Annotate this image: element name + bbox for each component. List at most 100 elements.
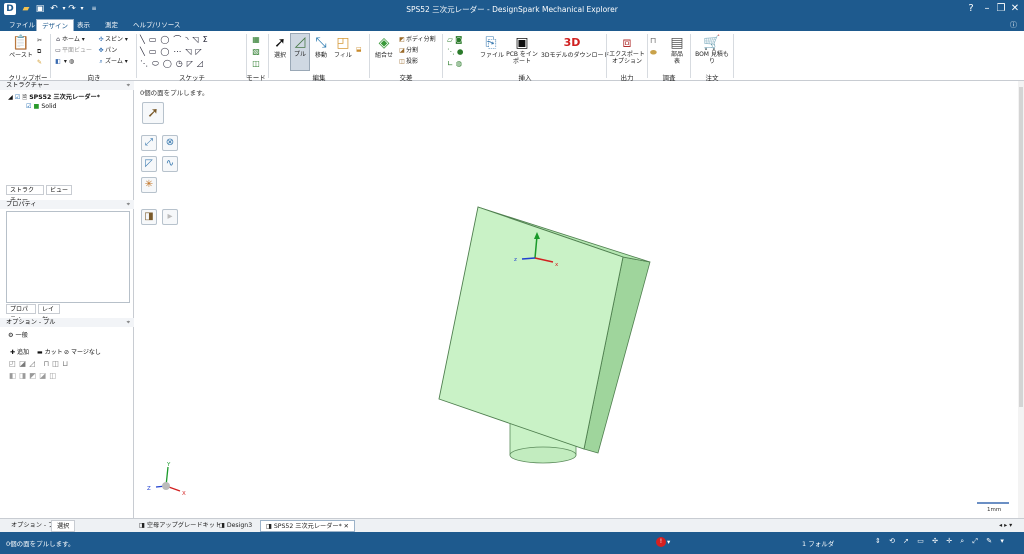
- 3d-viewport[interactable]: 0個の面をプルします。 ➚ ⤢ ⊗ ◸ ∿ ✳ ◨ ▸ x z Y X Z 1m…: [134, 81, 1020, 518]
- 3d-mode-icon[interactable]: ◫: [250, 58, 262, 70]
- view-cube-button[interactable]: ◧ ▾ ◍: [54, 57, 74, 66]
- export-options-button[interactable]: ⧈ エクスポート オプション: [609, 35, 645, 65]
- tab-help[interactable]: ヘルプ/リソース: [128, 19, 185, 31]
- spin-icon: ✣: [98, 36, 104, 43]
- zoom-icon: ⌕: [99, 58, 103, 65]
- ribbon-separator: [442, 34, 443, 78]
- home-icon: ⌂: [56, 36, 60, 43]
- cart-icon: 🛒: [703, 35, 721, 51]
- sketch-row-3: ⋱⬭◯◷◸◿: [140, 59, 208, 68]
- sketch-row-1: ╲▭◯⌒◝◹Σ: [140, 35, 212, 44]
- fill-button[interactable]: ◰ フィル: [333, 35, 353, 60]
- plate-body[interactable]: [438, 206, 651, 454]
- tab-properties[interactable]: プロパティ: [6, 304, 36, 323]
- pull-button[interactable]: ◿ プル: [290, 33, 310, 71]
- combine-button[interactable]: ◈ 組合せ: [373, 35, 395, 60]
- format-painter-icon[interactable]: ✎: [37, 58, 42, 67]
- pan-button[interactable]: ✥パン: [97, 46, 117, 55]
- pin-icon[interactable]: ⌖: [127, 318, 130, 327]
- select-button[interactable]: ➚ 選択: [271, 35, 289, 60]
- solid-icon: ■: [33, 103, 40, 110]
- home-button[interactable]: ⌂ ホーム ▾: [54, 35, 85, 44]
- tab-design[interactable]: デザイン: [36, 19, 74, 31]
- vertical-scrollbar[interactable]: [1018, 81, 1024, 518]
- select-arrow-icon: ➚: [274, 35, 286, 51]
- replace-icon[interactable]: ⬓: [356, 45, 362, 54]
- pin-icon[interactable]: ⌖: [127, 81, 130, 90]
- doc-tab-design3[interactable]: ◨ Design3: [214, 520, 257, 532]
- status-tools[interactable]: ⇕ ⟲ ➚ ▭ ✣ ✛ ⌕ ⤢ ✎ ▾: [875, 537, 1007, 546]
- close-tab-icon[interactable]: ✕: [344, 523, 349, 530]
- pcb-import-button[interactable]: ▣ PCB をイン ポート: [505, 35, 539, 65]
- error-badge-icon[interactable]: !: [656, 537, 666, 547]
- export-icon: ⧈: [622, 35, 632, 51]
- tab-selection[interactable]: 選択: [51, 520, 76, 532]
- split-button[interactable]: ◪分割: [398, 46, 418, 55]
- pin-icon[interactable]: ⌖: [127, 200, 130, 209]
- zoom-button[interactable]: ⌕ ズーム ▾: [97, 57, 127, 66]
- help-icon[interactable]: ?: [964, 2, 978, 16]
- tab-view-panel[interactable]: ビュー: [46, 185, 72, 195]
- checkbox-icon[interactable]: ☑: [26, 103, 32, 110]
- tree-root-item[interactable]: ◢ ☑ 🗎 SPS52 三次元レーダー*: [8, 93, 100, 102]
- options-general[interactable]: ⚙ 一般: [8, 330, 28, 339]
- ribbon-tabs: ファイル デザイン 表示 測定 ヘルプ/リソース ⓘ: [0, 18, 1024, 31]
- tree-child-item[interactable]: ☑ ■ Solid: [8, 102, 100, 111]
- tab-layers[interactable]: レイヤ: [38, 304, 60, 323]
- pull-option-icons-row-2[interactable]: ◧◨◩◪◫: [9, 371, 59, 380]
- split-body-button[interactable]: ◩ボディ分割: [398, 35, 435, 44]
- tab-view[interactable]: 表示: [72, 19, 95, 31]
- pull-option-icons-row-1[interactable]: ◰◪◿ ⊓◫⊔: [9, 359, 71, 368]
- doc-tab-radar[interactable]: ◨ SPS52 三次元レーダー* ✕: [260, 520, 355, 532]
- ribbon-separator: [136, 34, 137, 78]
- bom-quote-button[interactable]: 🛒 BOM 見積も り: [693, 35, 731, 65]
- paste-button[interactable]: 📋 ペースト: [8, 35, 34, 60]
- axis-y-label: Y: [166, 462, 171, 468]
- document-tabs-bar: オプション - プル 選択 ◨ 空母アップグレードキット ◨ Design3 ◨…: [0, 518, 1024, 532]
- parts-list-button[interactable]: ▤ 部品 表: [666, 35, 688, 65]
- axis-z-label: Z: [147, 486, 151, 492]
- move-button[interactable]: ⤡ 移動: [312, 35, 330, 60]
- structure-tree: ◢ ☑ 🗎 SPS52 三次元レーダー* ☑ ■ Solid: [8, 93, 100, 111]
- tab-measure[interactable]: 測定: [100, 19, 123, 31]
- tab-scroll-arrows[interactable]: ◂ ▸ ▾: [994, 520, 1017, 532]
- option-cut[interactable]: ▬ カット: [37, 347, 63, 356]
- axis-x-label: X: [182, 491, 186, 497]
- scale-bar: 1mm: [977, 502, 1009, 513]
- option-add[interactable]: ✚ 追加: [10, 347, 29, 356]
- status-bar: 0個の面をプルします。 ! ▾ 1 フォルダ ⇕ ⟲ ➚ ▭ ✣ ✛ ⌕ ⤢ ✎…: [0, 532, 1024, 554]
- checkbox-icon[interactable]: ☑: [15, 94, 21, 101]
- section-mode-icon[interactable]: ▧: [250, 46, 262, 58]
- mode-tools[interactable]: ▦ ▧ ◫: [250, 34, 262, 70]
- structure-header: ストラクチャー ⌖: [0, 81, 134, 90]
- insert-file-button[interactable]: ⎘ ファイル: [480, 35, 504, 60]
- plane-view-button[interactable]: ▭平面ビュー: [54, 46, 92, 55]
- pull-icon: ◿: [294, 34, 306, 50]
- doc-tab-carrier-kit[interactable]: ◨ 空母アップグレードキット: [134, 520, 226, 532]
- tab-structure[interactable]: ストラクチャー: [6, 185, 44, 204]
- error-dropdown-icon[interactable]: ▾: [667, 538, 670, 546]
- cube-icon: ◧: [55, 58, 61, 65]
- help-ribbon-icon[interactable]: ⓘ: [1010, 20, 1017, 30]
- cut-icon[interactable]: ✂: [37, 36, 42, 45]
- ribbon-separator: [606, 34, 607, 78]
- spin-button[interactable]: ✣スピン ▾: [97, 35, 127, 44]
- close-button[interactable]: ✕: [1008, 2, 1022, 16]
- origin-icon: ∟ ◍: [447, 59, 463, 68]
- scroll-thumb[interactable]: [1019, 87, 1023, 407]
- measure-tools[interactable]: ⊓ ⬬: [650, 35, 664, 59]
- option-no-merge[interactable]: ⊘ マージなし: [64, 347, 101, 356]
- copy-icon[interactable]: ⧉: [37, 47, 41, 56]
- insert-shape-tools[interactable]: ▱ ◙ ⋱ ● ∟ ◍: [447, 34, 477, 70]
- download-3d-button[interactable]: 3D 3Dモデルのダウンロード: [541, 35, 609, 60]
- tab-file[interactable]: ファイル: [4, 19, 40, 31]
- project-button[interactable]: ◫投影: [398, 57, 418, 66]
- sketch-tools[interactable]: ╲▭◯⌒◝◹Σ ╲▭◯⋯◹◸ ⋱⬭◯◷◸◿: [140, 34, 244, 70]
- restore-button[interactable]: ❐: [994, 2, 1008, 16]
- axis-triad: Y X Z: [147, 462, 186, 497]
- design-icon: 🗎: [22, 94, 28, 101]
- sketch-mode-icon[interactable]: ▦: [250, 34, 262, 46]
- design-icon: ◨: [266, 523, 272, 530]
- expand-icon[interactable]: ◢: [8, 94, 13, 101]
- minimize-button[interactable]: –: [980, 2, 994, 16]
